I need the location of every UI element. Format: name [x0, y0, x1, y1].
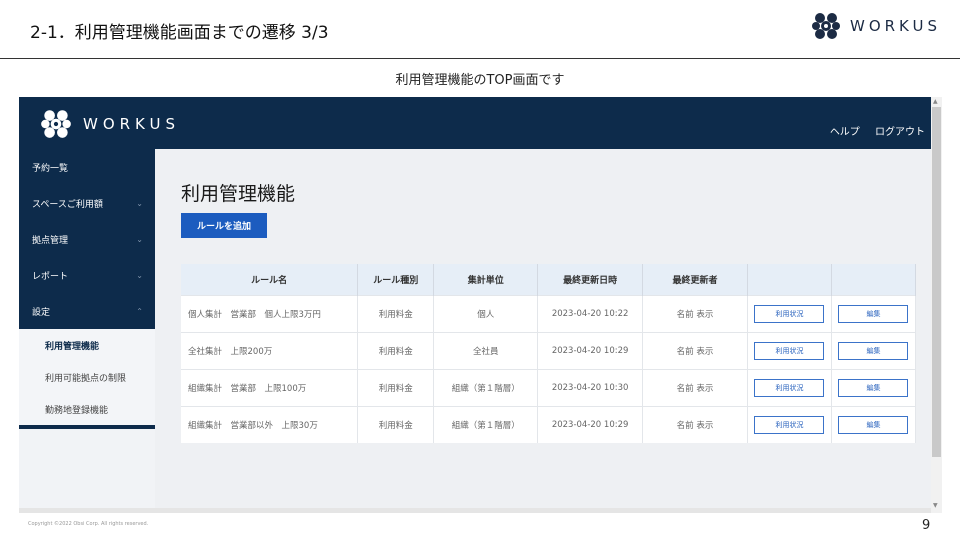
rules-table: ルール名 ルール種別 集計単位 最終更新日時 最終更新者 個人集計 営業部 個人… — [181, 264, 917, 443]
edit-button[interactable]: 編集 — [838, 416, 909, 434]
last-updated-by-cell: 名前 表示 — [642, 332, 748, 370]
workus-logo: WORKUS — [810, 10, 941, 42]
table-header-row: ルール名 ルール種別 集計単位 最終更新日時 最終更新者 — [181, 264, 917, 296]
sidebar-item-reports[interactable]: レポート ⌄ — [19, 257, 155, 293]
status-action-cell: 利用状況 — [747, 295, 832, 333]
aggregation-unit-cell: 組織（第１階層） — [433, 406, 539, 443]
usage-status-button[interactable]: 利用状況 — [754, 416, 825, 434]
last-updated-cell: 2023-04-20 10:29 — [537, 406, 644, 443]
aggregation-unit-cell: 全社員 — [433, 332, 539, 370]
edit-action-cell: 編集 — [831, 406, 917, 443]
page-number: 9 — [922, 518, 931, 533]
usage-status-button[interactable]: 利用状況 — [754, 379, 825, 397]
chevron-up-icon: ⌃ — [136, 306, 143, 316]
rule-type-cell: 利用料金 — [357, 369, 435, 407]
column-header-rule-type[interactable]: ルール種別 — [357, 264, 435, 296]
table-row: 全社集計 上限200万 利用料金 全社員 2023-04-20 10:29 名前… — [181, 332, 917, 370]
edit-action-cell: 編集 — [831, 369, 917, 407]
edit-button[interactable]: 編集 — [838, 305, 909, 323]
sidebar: 予約一覧 スペースご利用額 ⌄ 拠点管理 ⌄ レポート ⌄ 設定 ⌃ 利用管理機… — [19, 149, 155, 429]
rule-type-cell: 利用料金 — [357, 295, 435, 333]
app-logo[interactable]: WORKUS — [39, 107, 180, 141]
last-updated-cell: 2023-04-20 10:22 — [537, 295, 644, 333]
sidebar-item-label: スペースご利用額 — [32, 199, 103, 210]
column-header-aggregation-unit[interactable]: 集計単位 — [433, 264, 539, 296]
column-header-last-updated-by[interactable]: 最終更新者 — [642, 264, 748, 296]
sidebar-item-space-usage[interactable]: スペースご利用額 ⌄ — [19, 185, 155, 221]
sidebar-subitem-workplace-registration[interactable]: 勤務地登録機能 — [19, 393, 155, 425]
vertical-scrollbar[interactable]: ▲ ▼ — [931, 97, 942, 513]
last-updated-by-cell: 名前 表示 — [642, 406, 748, 443]
sidebar-item-reservations[interactable]: 予約一覧 — [19, 149, 155, 185]
table-row: 組織集計 営業部以外 上限30万 利用料金 組織（第１階層） 2023-04-2… — [181, 406, 917, 443]
table-row: 個人集計 営業部 個人上限3万円 利用料金 個人 2023-04-20 10:2… — [181, 295, 917, 333]
last-updated-cell: 2023-04-20 10:29 — [537, 332, 644, 370]
app-header: WORKUS ヘルプ ログアウト — [19, 97, 931, 149]
app-logo-text: WORKUS — [83, 115, 180, 133]
rule-name-cell: 組織集計 営業部以外 上限30万 — [181, 406, 359, 443]
logo-text: WORKUS — [850, 17, 941, 35]
usage-status-button[interactable]: 利用状況 — [754, 305, 825, 323]
sidebar-item-locations[interactable]: 拠点管理 ⌄ — [19, 221, 155, 257]
add-rule-button[interactable]: ルールを追加 — [181, 213, 267, 238]
sidebar-item-label: 拠点管理 — [32, 235, 69, 246]
rule-name-cell: 個人集計 営業部 個人上限3万円 — [181, 295, 359, 333]
clover-icon — [41, 110, 71, 138]
column-header-last-updated[interactable]: 最終更新日時 — [537, 264, 644, 296]
last-updated-cell: 2023-04-20 10:30 — [537, 369, 644, 407]
rule-name-cell: 全社集計 上限200万 — [181, 332, 359, 370]
rule-type-cell: 利用料金 — [357, 406, 435, 443]
slide-title: 2-1．利用管理機能画面までの遷移 3/3 — [30, 23, 329, 43]
sidebar-item-label: 予約一覧 — [32, 163, 69, 174]
settings-submenu: 利用管理機能 利用可能拠点の制限 勤務地登録機能 — [19, 329, 155, 425]
chevron-down-icon: ⌄ — [136, 234, 143, 244]
edit-button[interactable]: 編集 — [838, 342, 909, 360]
status-action-cell: 利用状況 — [747, 332, 832, 370]
column-header-edit-action — [831, 264, 917, 296]
aggregation-unit-cell: 個人 — [433, 295, 539, 333]
edit-action-cell: 編集 — [831, 295, 917, 333]
sidebar-item-settings[interactable]: 設定 ⌃ — [19, 293, 155, 329]
horizontal-scrollbar[interactable] — [19, 508, 931, 513]
app-window: WORKUS ヘルプ ログアウト 予約一覧 スペースご利用額 ⌄ 拠点管理 ⌄ … — [19, 97, 942, 513]
scroll-up-arrow-icon[interactable]: ▲ — [933, 98, 938, 105]
edit-button[interactable]: 編集 — [838, 379, 909, 397]
sidebar-item-label: 設定 — [32, 307, 51, 318]
column-header-status-action — [747, 264, 832, 296]
last-updated-by-cell: 名前 表示 — [642, 295, 748, 333]
scroll-down-arrow-icon[interactable]: ▼ — [933, 502, 938, 509]
usage-status-button[interactable]: 利用状況 — [754, 342, 825, 360]
rule-type-cell: 利用料金 — [357, 332, 435, 370]
help-link[interactable]: ヘルプ — [830, 127, 860, 138]
page-title: 利用管理機能 — [181, 183, 296, 205]
sidebar-item-label: レポート — [32, 271, 69, 282]
status-action-cell: 利用状況 — [747, 369, 832, 407]
last-updated-by-cell: 名前 表示 — [642, 369, 748, 407]
sidebar-footer — [19, 429, 155, 513]
clover-icon — [812, 13, 840, 39]
column-header-rule-name[interactable]: ルール名 — [181, 264, 359, 296]
scrollbar-thumb[interactable] — [932, 107, 941, 457]
sidebar-subitem-location-restriction[interactable]: 利用可能拠点の制限 — [19, 361, 155, 393]
table-row: 組織集計 営業部 上限100万 利用料金 組織（第１階層） 2023-04-20… — [181, 369, 917, 407]
main-content: 利用管理機能 ルールを追加 ルール名 ルール種別 集計単位 最終更新日時 最終更… — [155, 149, 931, 513]
header-divider — [0, 58, 960, 59]
aggregation-unit-cell: 組織（第１階層） — [433, 369, 539, 407]
header-links: ヘルプ ログアウト — [818, 123, 925, 138]
logout-link[interactable]: ログアウト — [875, 127, 925, 138]
edit-action-cell: 編集 — [831, 332, 917, 370]
slide-subtitle: 利用管理機能のTOP画面です — [395, 73, 565, 88]
rule-name-cell: 組織集計 営業部 上限100万 — [181, 369, 359, 407]
copyright-text: Copyright ©2022 Obsi Corp. All rights re… — [28, 521, 149, 527]
sidebar-subitem-usage-management[interactable]: 利用管理機能 — [19, 329, 155, 361]
chevron-down-icon: ⌄ — [136, 198, 143, 208]
status-action-cell: 利用状況 — [747, 406, 832, 443]
chevron-down-icon: ⌄ — [136, 270, 143, 280]
